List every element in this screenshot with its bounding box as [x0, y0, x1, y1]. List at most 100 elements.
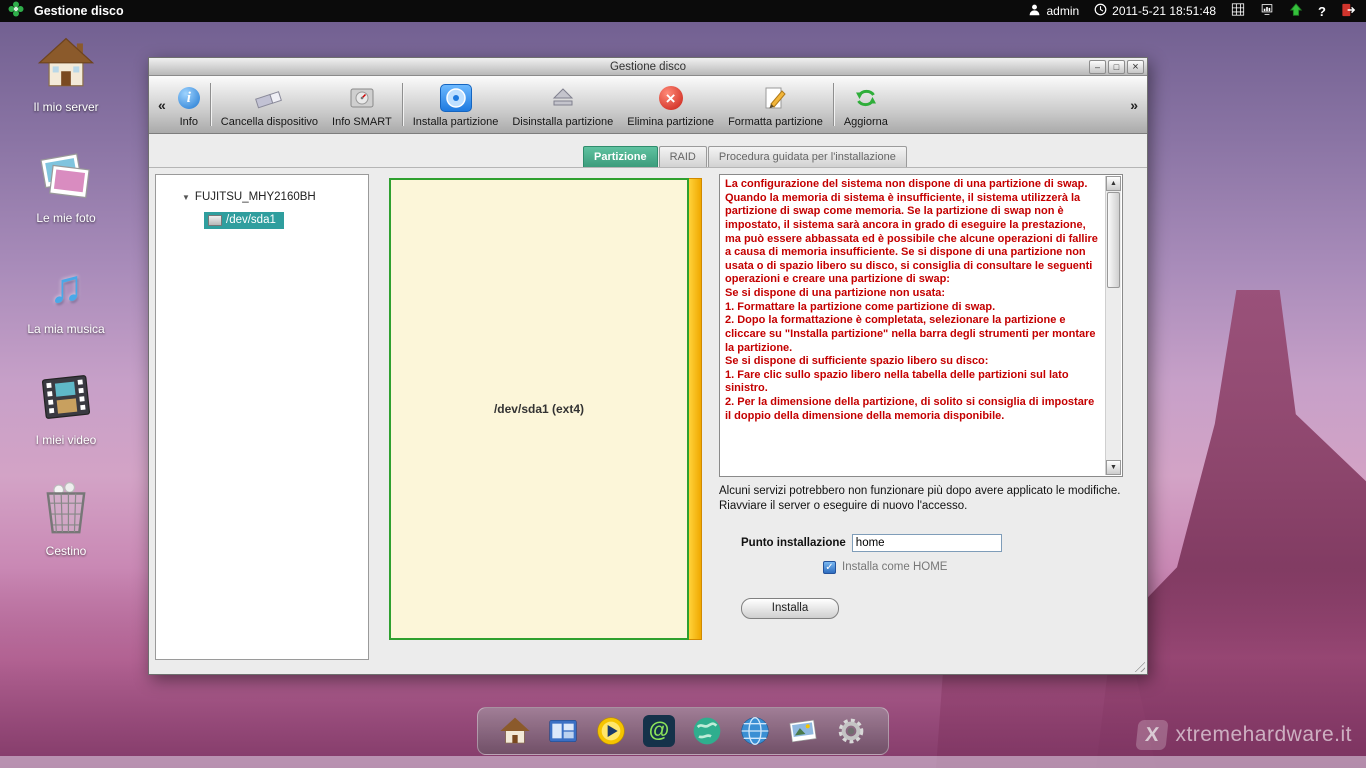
- tree-node-disk[interactable]: FUJITSU_MHY2160BH: [156, 191, 368, 203]
- refresh-icon: [853, 83, 879, 113]
- toolbar-separator: [210, 83, 211, 126]
- tab-bar: Partizione RAID Procedura guidata per l'…: [149, 145, 1147, 168]
- detail-panel: La configurazione del sistema non dispon…: [719, 174, 1123, 619]
- network-status-icon[interactable]: [1260, 3, 1274, 19]
- system-flower-icon[interactable]: [8, 1, 24, 22]
- top-menubar: Gestione disco admin 2011-5-21 18:51:48 …: [0, 0, 1366, 22]
- swap-info-box: La configurazione del sistema non dispon…: [719, 174, 1123, 477]
- toolbar-unmount-partition-button[interactable]: Disinstalla partizione: [505, 78, 620, 131]
- watermark: xtremehardware.it: [1137, 720, 1352, 750]
- dock-file-manager-icon[interactable]: [546, 714, 580, 748]
- info-icon: [178, 87, 200, 109]
- tab-partizione[interactable]: Partizione: [583, 146, 658, 167]
- mount-point-input[interactable]: [852, 534, 1002, 552]
- photos-icon: [34, 143, 98, 207]
- desktop-icon-video[interactable]: I miei video: [18, 365, 114, 447]
- dock-network-globe-icon[interactable]: [738, 714, 772, 748]
- minimize-button[interactable]: [1089, 60, 1106, 74]
- smart-disk-icon: [349, 83, 375, 113]
- help-button[interactable]: ?: [1318, 4, 1326, 19]
- install-home-checkbox[interactable]: [823, 561, 836, 574]
- dock: [477, 707, 889, 755]
- watermark-x-logo: [1136, 720, 1169, 750]
- install-home-label: Installa come HOME: [842, 561, 947, 573]
- disk-model-label: FUJITSU_MHY2160BH: [195, 191, 316, 203]
- upgrade-arrow-icon[interactable]: [1289, 3, 1303, 20]
- scroll-down-icon[interactable]: [1106, 460, 1121, 475]
- eject-icon: [550, 83, 576, 113]
- mount-partition-icon: [440, 84, 472, 112]
- partition-node-label: /dev/sda1: [226, 214, 276, 226]
- desktop-icon-label: La mia musica: [27, 322, 104, 336]
- home-icon: [34, 32, 98, 96]
- toolbar-label: Disinstalla partizione: [512, 116, 613, 128]
- toolbar-label: Cancella dispositivo: [221, 116, 318, 128]
- desktop-icon-label: Cestino: [46, 544, 87, 558]
- dock-gallery-icon[interactable]: [786, 714, 820, 748]
- window-toolbar: « Info Cancella dispositivo Info SMART: [149, 76, 1147, 134]
- toolbar-label: Info: [180, 116, 198, 128]
- desktop-icon-server[interactable]: Il mio server: [18, 32, 114, 114]
- toolbar-erase-device-button[interactable]: Cancella dispositivo: [214, 78, 325, 131]
- window-resize-grip[interactable]: [1132, 659, 1145, 672]
- user-name: admin: [1046, 4, 1079, 18]
- scrollbar-thumb[interactable]: [1107, 192, 1120, 288]
- dock-browser-icon[interactable]: [690, 714, 724, 748]
- services-notice-text: Alcuni servizi potrebbero non funzionare…: [719, 484, 1123, 514]
- maximize-button[interactable]: [1108, 60, 1125, 74]
- toolbar-separator: [833, 83, 834, 126]
- eraser-icon: [254, 83, 284, 113]
- logout-icon[interactable]: [1341, 3, 1356, 20]
- clock[interactable]: 2011-5-21 18:51:48: [1094, 3, 1216, 19]
- scrollbar[interactable]: [1105, 176, 1121, 475]
- user-icon: [1028, 3, 1041, 19]
- window-content: FUJITSU_MHY2160BH /dev/sda1 /dev/sda1 (e…: [149, 170, 1147, 658]
- user-menu[interactable]: admin: [1028, 3, 1079, 19]
- toolbar-label: Elimina partizione: [627, 116, 714, 128]
- swap-info-text: La configurazione del sistema non dispon…: [725, 178, 1100, 423]
- install-button[interactable]: Installa: [741, 598, 839, 619]
- desktop-icon-trash[interactable]: Cestino: [18, 476, 114, 558]
- window-title: Gestione disco: [149, 61, 1147, 73]
- toolbar-label: Aggiorna: [844, 116, 888, 128]
- toolbar-info-button[interactable]: Info: [171, 78, 207, 131]
- device-tree-panel: FUJITSU_MHY2160BH /dev/sda1: [155, 174, 369, 660]
- window-titlebar[interactable]: Gestione disco: [149, 58, 1147, 76]
- mount-point-label: Punto installazione: [741, 537, 846, 549]
- desktop-icon-music[interactable]: ♫ La mia musica: [18, 254, 114, 336]
- toolbar-scroll-right[interactable]: »: [1125, 97, 1143, 113]
- format-pencil-icon: [762, 83, 788, 113]
- dock-email-icon[interactable]: [642, 714, 676, 748]
- desktop-icon-label: Le mie foto: [36, 211, 95, 225]
- free-space-block[interactable]: [689, 178, 702, 640]
- desktop-icon-label: I miei video: [36, 433, 97, 447]
- gestione-disco-window: Gestione disco « Info Cancella dispositi…: [148, 57, 1148, 675]
- partition-map: /dev/sda1 (ext4): [389, 178, 702, 640]
- toolbar-format-partition-button[interactable]: Formatta partizione: [721, 78, 830, 131]
- toolbar-label: Installa partizione: [413, 116, 499, 128]
- toolbar-smart-info-button[interactable]: Info SMART: [325, 78, 399, 131]
- watermark-text: xtremehardware.it: [1175, 723, 1352, 747]
- grid-apps-icon[interactable]: [1231, 3, 1245, 19]
- tab-install-wizard[interactable]: Procedura guidata per l'installazione: [708, 146, 907, 167]
- home-checkbox-row: Installa come HOME: [719, 561, 1123, 574]
- close-button[interactable]: [1127, 60, 1144, 74]
- desktop-screen: Gestione disco admin 2011-5-21 18:51:48 …: [0, 0, 1366, 768]
- dock-media-player-icon[interactable]: [594, 714, 628, 748]
- delete-partition-icon: [659, 86, 683, 110]
- toolbar-delete-partition-button[interactable]: Elimina partizione: [620, 78, 721, 131]
- dock-home-icon[interactable]: [498, 714, 532, 748]
- desktop-icon-photos[interactable]: Le mie foto: [18, 143, 114, 225]
- toolbar-label: Formatta partizione: [728, 116, 823, 128]
- partition-block-sda1[interactable]: /dev/sda1 (ext4): [389, 178, 689, 640]
- expand-arrow-icon[interactable]: [182, 191, 190, 203]
- toolbar-scroll-left[interactable]: «: [153, 97, 171, 113]
- toolbar-mount-partition-button[interactable]: Installa partizione: [406, 78, 506, 131]
- tab-raid[interactable]: RAID: [659, 146, 707, 167]
- clock-icon: [1094, 3, 1107, 19]
- tree-node-partition-selected[interactable]: /dev/sda1: [204, 212, 284, 229]
- scroll-up-icon[interactable]: [1106, 176, 1121, 191]
- toolbar-refresh-button[interactable]: Aggiorna: [837, 78, 895, 131]
- dock-settings-gear-icon[interactable]: [834, 714, 868, 748]
- toolbar-separator: [402, 83, 403, 126]
